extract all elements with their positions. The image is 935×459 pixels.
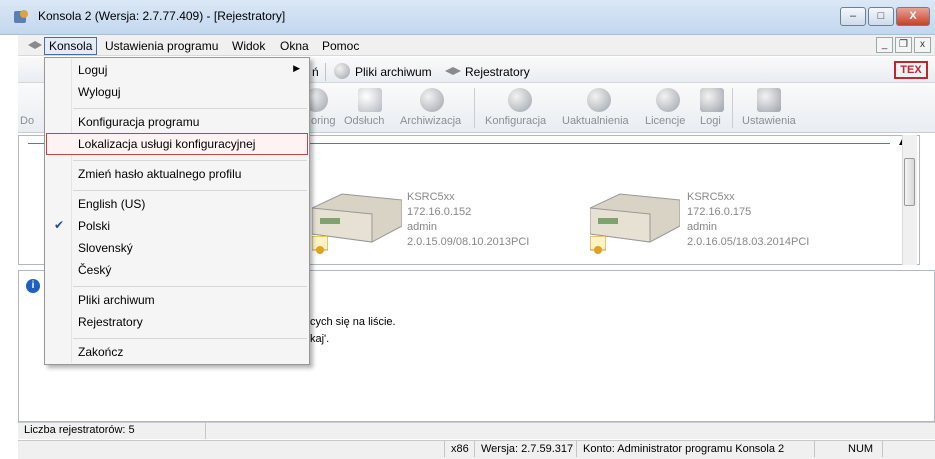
toolbar-separator bbox=[474, 88, 475, 128]
info-text-line: kaj'. bbox=[310, 333, 330, 345]
minimize-button[interactable]: – bbox=[840, 7, 866, 26]
menu-item-label: Pliki archiwum bbox=[78, 293, 155, 307]
toolbar-archive-button[interactable]: Pliki archiwum bbox=[355, 65, 432, 79]
menu-item-label: Polski bbox=[78, 219, 111, 233]
menu-item-label: English (US) bbox=[78, 197, 146, 211]
menu-item-label: Wyloguj bbox=[78, 85, 121, 99]
menu-item-label: Loguj bbox=[78, 63, 108, 77]
menu-item-label: Zakończ bbox=[78, 345, 124, 359]
menu-pomoc[interactable]: Pomoc bbox=[322, 39, 359, 53]
toolbar-label-ustawienia[interactable]: Ustawienia bbox=[742, 115, 796, 127]
menu-separator bbox=[73, 338, 307, 339]
toolbar-label-uaktualnienia[interactable]: Uaktualnienia bbox=[562, 115, 629, 127]
toolbar-label-licencje[interactable]: Licencje bbox=[645, 115, 685, 127]
logs-icon bbox=[700, 88, 724, 112]
menu-okna[interactable]: Okna bbox=[280, 39, 309, 53]
menu-item-english[interactable]: English (US) bbox=[46, 193, 308, 215]
konsola-dropdown-menu: Loguj ▶ Wyloguj Konfiguracja programu Lo… bbox=[44, 57, 310, 365]
menu-item-loguj[interactable]: Loguj ▶ bbox=[46, 59, 308, 81]
status-arch: x86 bbox=[451, 443, 469, 455]
menu-item-zmien-haslo[interactable]: Zmień hasło aktualnego profilu bbox=[46, 163, 308, 185]
mdi-minimize-button[interactable]: _ bbox=[876, 37, 893, 53]
toolbar-separator bbox=[732, 88, 733, 128]
certificate-icon bbox=[312, 236, 328, 254]
brand-logo: TEX bbox=[894, 61, 928, 79]
toolbar-separator bbox=[325, 63, 326, 81]
status-separator bbox=[576, 441, 577, 457]
status-num: NUM bbox=[848, 443, 874, 455]
info-icon: i bbox=[26, 279, 40, 293]
device-user: admin bbox=[407, 221, 437, 233]
maximize-button[interactable]: □ bbox=[868, 7, 894, 26]
status-bar-count bbox=[18, 422, 935, 439]
menu-item-wyloguj[interactable]: Wyloguj bbox=[46, 81, 308, 103]
toolbar-label-odsluch[interactable]: Odsłuch bbox=[344, 115, 384, 127]
menu-item-label: Lokalizacja usługi konfiguracyjnej bbox=[78, 137, 256, 151]
menu-item-rejestratory[interactable]: Rejestratory bbox=[46, 311, 308, 333]
checkmark-icon: ✔ bbox=[54, 218, 65, 232]
menu-item-slovensky[interactable]: Slovenský bbox=[46, 237, 308, 259]
menu-item-label: Zmień hasło aktualnego profilu bbox=[78, 167, 242, 181]
info-text-line: cych się na liście. bbox=[310, 316, 396, 328]
menu-separator bbox=[73, 190, 307, 191]
device-user: admin bbox=[687, 221, 717, 233]
status-separator bbox=[205, 423, 206, 439]
status-account: Konto: Administrator programu Konsola 2 bbox=[583, 443, 785, 455]
menu-item-pliki-archiwum[interactable]: Pliki archiwum bbox=[46, 289, 308, 311]
toolbar-label-logi[interactable]: Logi bbox=[700, 115, 721, 127]
mdi-restore-button[interactable]: ❐ bbox=[895, 37, 912, 53]
status-separator bbox=[882, 441, 883, 457]
settings-icon bbox=[757, 88, 781, 112]
scrollbar-thumb[interactable] bbox=[904, 158, 915, 206]
toolbar-registrators-button[interactable]: Rejestratory bbox=[465, 65, 530, 79]
status-separator bbox=[474, 441, 475, 457]
menu-separator bbox=[73, 108, 307, 109]
configuration-icon bbox=[508, 88, 532, 112]
menu-item-lokalizacja-uslugi[interactable]: Lokalizacja usługi konfiguracyjnej bbox=[46, 133, 308, 155]
device-version: 2.0.15.09/08.10.2013PCI bbox=[407, 236, 530, 248]
mdi-close-button[interactable]: x bbox=[914, 37, 931, 53]
mdi-doc-icon bbox=[28, 41, 42, 49]
certificate-icon bbox=[590, 236, 606, 254]
menu-ustawienia-programu[interactable]: Ustawienia programu bbox=[105, 39, 218, 53]
close-button[interactable]: X bbox=[896, 7, 930, 26]
window-title: Konsola 2 (Wersja: 2.7.77.409) - [Rejest… bbox=[38, 9, 286, 23]
toolbar-label-konfiguracja[interactable]: Konfiguracja bbox=[485, 115, 546, 127]
menu-item-polski[interactable]: ✔ Polski bbox=[46, 215, 308, 237]
listen-icon bbox=[358, 88, 382, 112]
status-version: Wersja: 2.7.59.317 bbox=[481, 443, 574, 455]
submenu-arrow-icon: ▶ bbox=[293, 63, 300, 73]
status-separator bbox=[814, 441, 815, 457]
device-name: KSRC5xx bbox=[687, 191, 735, 203]
device-version: 2.0.16.05/18.03.2014PCI bbox=[687, 236, 810, 248]
status-separator bbox=[444, 441, 445, 457]
archive-icon bbox=[334, 63, 350, 79]
menu-separator bbox=[73, 286, 307, 287]
toolbar-label-archiwizacja[interactable]: Archiwizacja bbox=[400, 115, 461, 127]
archive-disc-icon bbox=[420, 88, 444, 112]
menu-widok[interactable]: Widok bbox=[232, 39, 265, 53]
update-icon bbox=[587, 88, 611, 112]
menu-item-label: Český bbox=[78, 263, 112, 277]
menu-item-label: Rejestratory bbox=[78, 315, 143, 329]
toolbar-partial-label[interactable]: ń bbox=[312, 65, 319, 79]
menu-item-konfiguracja-programu[interactable]: Konfiguracja programu bbox=[46, 111, 308, 133]
menu-item-label: Slovenský bbox=[78, 241, 133, 255]
status-bar bbox=[18, 440, 935, 459]
registrators-count: Liczba rejestratorów: 5 bbox=[24, 424, 135, 436]
menu-item-label: Konfiguracja programu bbox=[78, 115, 200, 129]
device-ip: 172.16.0.152 bbox=[407, 206, 472, 218]
device-name: KSRC5xx bbox=[407, 191, 455, 203]
app-icon bbox=[14, 10, 28, 23]
menu-separator bbox=[73, 160, 307, 161]
menu-item-cesky[interactable]: Český bbox=[46, 259, 308, 281]
toolbar-label-do[interactable]: Do bbox=[20, 115, 34, 127]
device-ip: 172.16.0.175 bbox=[687, 206, 752, 218]
menu-konsola[interactable]: Konsola bbox=[44, 37, 98, 55]
license-icon bbox=[656, 88, 680, 112]
menu-item-zakoncz[interactable]: Zakończ bbox=[46, 341, 308, 363]
toolbar-label-monitoring[interactable]: oring bbox=[311, 115, 335, 127]
registrators-icon bbox=[445, 67, 461, 75]
